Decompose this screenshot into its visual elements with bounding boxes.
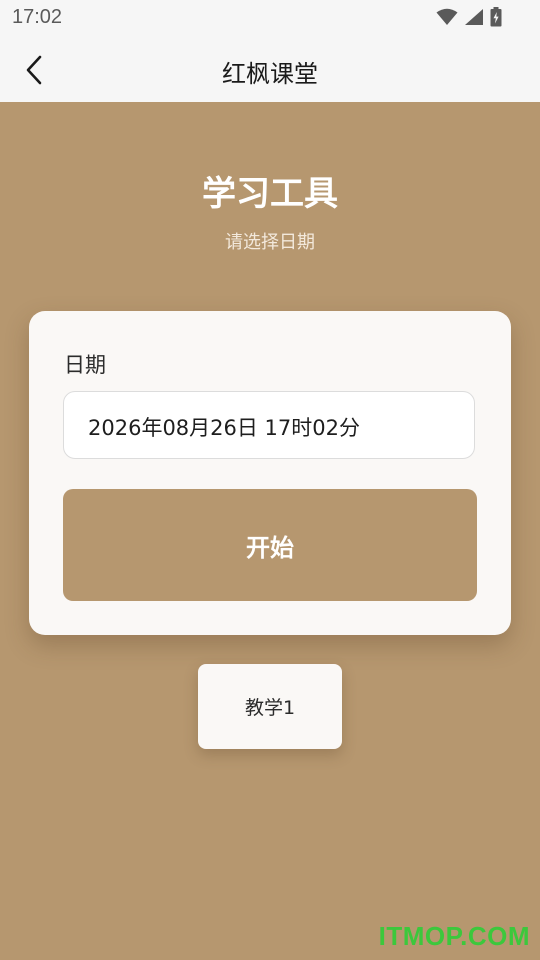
date-form-card: 日期 2026年08月26日 17时02分 开始	[29, 311, 511, 635]
date-value: 2026年08月26日 17时02分	[88, 416, 361, 440]
app-title: 红枫课堂	[222, 60, 318, 88]
page-heading: 学习工具	[202, 174, 338, 214]
status-icons	[436, 7, 502, 31]
page-subheading: 请选择日期	[225, 232, 315, 253]
battery-charging-icon	[490, 7, 502, 31]
wifi-icon	[436, 8, 458, 30]
status-time: 17:02	[12, 6, 63, 28]
signal-icon	[464, 8, 484, 30]
date-label: 日期	[64, 353, 106, 377]
start-button[interactable]: 开始	[63, 489, 477, 601]
start-button-label: 开始	[246, 533, 294, 562]
app-bar: 红枫课堂	[0, 36, 540, 102]
status-bar: 17:02	[0, 0, 540, 36]
date-input[interactable]: 2026年08月26日 17时02分	[63, 391, 475, 459]
teach-1-button-label: 教学1	[244, 697, 296, 719]
watermark: ITMOP.COM	[378, 921, 530, 951]
teach-1-button[interactable]: 教学1	[198, 664, 342, 749]
